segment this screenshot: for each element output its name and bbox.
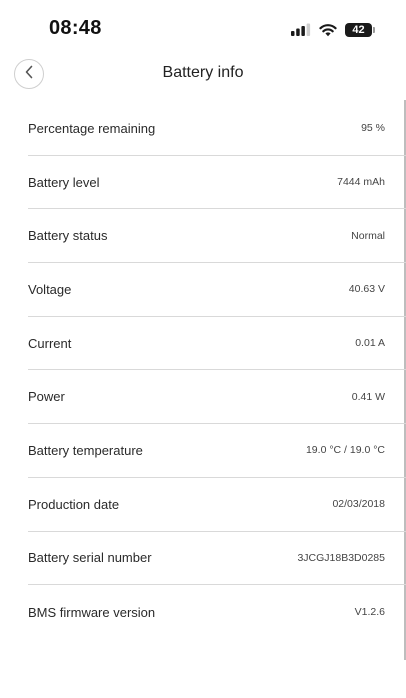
row-bms-firmware-version: BMS firmware version V1.2.6	[28, 585, 406, 639]
row-value: Normal	[351, 229, 385, 242]
row-label: Battery serial number	[28, 550, 152, 566]
row-label: Production date	[28, 496, 120, 512]
row-value: V1.2.6	[354, 606, 385, 619]
row-production-date: Production date 02/03/2018	[28, 478, 406, 532]
row-value: 40.63 V	[348, 283, 385, 296]
wifi-icon	[319, 23, 337, 37]
row-label: Battery temperature	[28, 442, 143, 458]
row-label: Percentage remaining	[28, 120, 156, 136]
battery-level-text: 42	[352, 23, 365, 36]
row-value: 95 %	[361, 122, 385, 135]
row-battery-temperature: Battery temperature 19.0 °C / 19.0 °C	[28, 424, 406, 478]
row-value: 7444 mAh	[337, 176, 385, 189]
row-value: 02/03/2018	[332, 498, 385, 511]
battery-info-list: Percentage remaining 95 % Battery level …	[28, 102, 406, 639]
status-bar: 08:48 42	[0, 0, 406, 58]
row-current: Current 0.01 A	[28, 317, 406, 371]
status-time: 08:48	[49, 17, 102, 39]
row-label: Battery status	[28, 228, 108, 244]
row-power: Power 0.41 W	[28, 370, 406, 425]
row-label: BMS firmware version	[28, 604, 156, 620]
page-title: Battery info	[162, 64, 244, 81]
row-label: Voltage	[28, 281, 72, 297]
battery-icon: 42	[345, 23, 375, 37]
row-value: 19.0 °C / 19.0 °C	[305, 444, 385, 457]
row-voltage: Voltage 40.63 V	[28, 263, 406, 317]
status-icons: 42	[291, 21, 375, 39]
row-battery-status: Battery status Normal	[28, 209, 406, 264]
row-percentage-remaining: Percentage remaining 95 %	[28, 102, 406, 156]
row-battery-level: Battery level 7444 mAh	[28, 156, 406, 210]
row-battery-serial-number: Battery serial number 3JCGJ18B3D0285	[28, 532, 406, 586]
row-value: 3JCGJ18B3D0285	[297, 551, 385, 564]
row-value: 0.01 A	[355, 337, 385, 350]
row-label: Battery level	[28, 174, 100, 190]
row-label: Current	[28, 335, 72, 351]
row-label: Power	[28, 389, 65, 405]
signal-icon	[291, 23, 311, 37]
row-value: 0.41 W	[351, 390, 385, 403]
navigation-bar: Battery info	[0, 58, 406, 92]
